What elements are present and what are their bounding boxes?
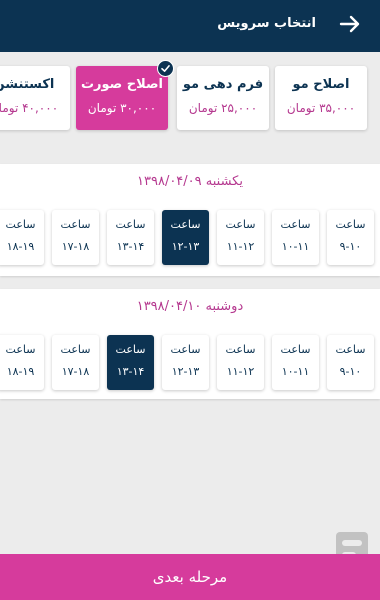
- time-slot[interactable]: ساعت ۹-۱۰: [327, 335, 374, 390]
- slot-range: ۱۱-۱۲: [226, 365, 255, 378]
- slot-label: ساعت: [225, 343, 256, 356]
- day-section-sunday: یکشنبه ۱۳۹۸/۰۴/۰۹ ساعت ۹-۱۰ ساعت ۱۰-۱۱ ساع…: [0, 164, 380, 276]
- next-step-button[interactable]: مرحله بعدی: [0, 554, 380, 600]
- arrow-right-icon[interactable]: [338, 12, 362, 36]
- service-price: ۳۰,۰۰۰ تومان: [87, 101, 157, 115]
- time-slot[interactable]: ساعت ۱۳-۱۴: [107, 210, 154, 265]
- slot-range: ۱۸-۱۹: [6, 365, 35, 378]
- time-slot[interactable]: ساعت ۱۱-۱۲: [217, 210, 264, 265]
- slot-range: ۱۳-۱۴: [116, 240, 145, 253]
- slot-label: ساعت: [60, 218, 91, 231]
- service-name: اصلاح مو: [292, 77, 350, 92]
- service-price: ۳۵,۰۰۰ تومان: [286, 101, 356, 115]
- slot-range: ۹-۱۰: [339, 240, 362, 253]
- day-section-monday: دوشنبه ۱۳۹۸/۰۴/۱۰ ساعت ۹-۱۰ ساعت ۱۰-۱۱ ساع…: [0, 289, 380, 399]
- slot-range: ۱۸-۱۹: [6, 240, 35, 253]
- slot-range: ۱۰-۱۱: [281, 365, 310, 378]
- slot-range: ۱۰-۱۱: [281, 240, 310, 253]
- time-slot[interactable]: ساعت ۱۰-۱۱: [272, 210, 319, 265]
- day-date: دوشنبه ۱۳۹۸/۰۴/۱۰: [136, 299, 244, 314]
- slot-label: ساعت: [115, 343, 146, 356]
- slot-label: ساعت: [335, 218, 366, 231]
- service-card-hair-styling[interactable]: فرم دهی مو ۲۵,۰۰۰ تومان: [177, 66, 269, 130]
- service-card-extension[interactable]: اکستنشن ۴۰,۰۰۰ تومان: [0, 66, 70, 130]
- time-slot[interactable]: ساعت ۱۸-۱۹: [0, 210, 44, 265]
- service-name: فرم دهی مو: [182, 77, 264, 92]
- check-icon: [157, 60, 174, 77]
- service-name: اصلاح صورت: [80, 77, 164, 92]
- slot-range: ۱۱-۱۲: [226, 240, 255, 253]
- slot-label: ساعت: [170, 343, 201, 356]
- time-slot-selected[interactable]: ساعت ۱۲-۱۳: [162, 210, 209, 265]
- service-card-hair-cut[interactable]: اصلاح مو ۳۵,۰۰۰ تومان: [275, 66, 367, 130]
- time-slot[interactable]: ساعت ۱۷-۱۸: [52, 335, 99, 390]
- slot-label: ساعت: [335, 343, 366, 356]
- service-card-face-shave[interactable]: اصلاح صورت ۳۰,۰۰۰ تومان: [76, 60, 174, 130]
- slot-range: ۱۳-۱۴: [116, 365, 145, 378]
- slot-label: ساعت: [5, 343, 36, 356]
- time-slot[interactable]: ساعت ۱۷-۱۸: [52, 210, 99, 265]
- page-title: انتخاب سرویس: [217, 16, 316, 31]
- time-slot[interactable]: ساعت ۱۲-۱۳: [162, 335, 209, 390]
- time-slot-selected[interactable]: ساعت ۱۳-۱۴: [107, 335, 154, 390]
- service-list[interactable]: اصلاح مو ۳۵,۰۰۰ تومان فرم دهی مو ۲۵,۰۰۰ …: [0, 52, 380, 150]
- time-slot[interactable]: ساعت ۱۰-۱۱: [272, 335, 319, 390]
- slot-label: ساعت: [60, 343, 91, 356]
- service-name: اکستنشن: [0, 77, 55, 92]
- slot-label: ساعت: [280, 343, 311, 356]
- time-slot[interactable]: ساعت ۱۸-۱۹: [0, 335, 44, 390]
- app-header: انتخاب سرویس: [0, 0, 380, 52]
- slot-label: ساعت: [280, 218, 311, 231]
- day-date: یکشنبه ۱۳۹۸/۰۴/۰۹: [137, 174, 243, 189]
- time-slot[interactable]: ساعت ۱۱-۱۲: [217, 335, 264, 390]
- slot-range: ۹-۱۰: [339, 365, 362, 378]
- service-price: ۲۵,۰۰۰ تومان: [188, 101, 258, 115]
- slot-range: ۱۲-۱۳: [171, 240, 200, 253]
- slot-label: ساعت: [115, 218, 146, 231]
- service-price: ۴۰,۰۰۰ تومان: [0, 101, 59, 115]
- slot-label: ساعت: [170, 218, 201, 231]
- time-slot[interactable]: ساعت ۹-۱۰: [327, 210, 374, 265]
- slot-range: ۱۷-۱۸: [61, 365, 90, 378]
- slot-range: ۱۲-۱۳: [171, 365, 200, 378]
- slot-label: ساعت: [5, 218, 36, 231]
- slot-label: ساعت: [225, 218, 256, 231]
- slot-range: ۱۷-۱۸: [61, 240, 90, 253]
